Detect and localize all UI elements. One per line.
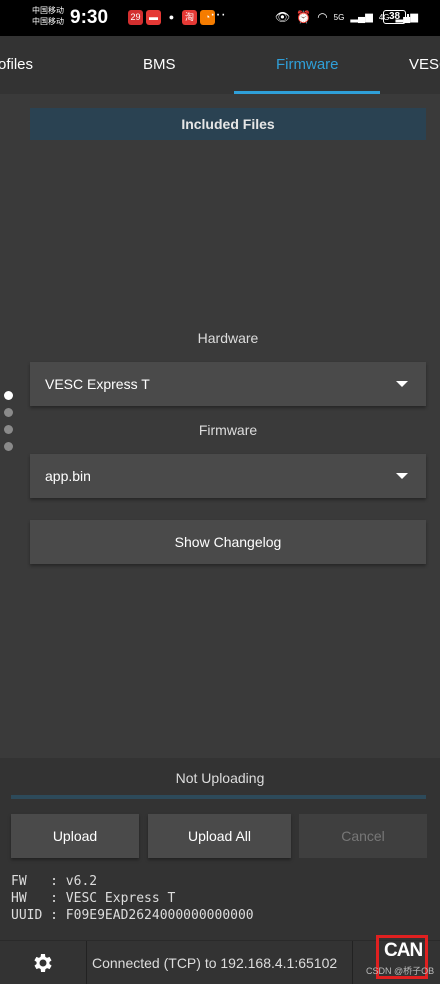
firmware-select-value: app.bin [45,468,91,484]
tab-bms[interactable]: BMS [143,36,176,94]
upload-all-button[interactable]: Upload All [148,814,291,858]
hw-version: HW : VESC Express T [11,891,176,906]
carrier-2: 中国移动 [32,17,64,26]
signal-5g-icon: 5G [333,12,345,22]
included-files-header[interactable]: Included Files [30,108,426,140]
page-indicator[interactable] [4,391,13,459]
page-dot[interactable] [4,442,13,451]
footer-divider [86,941,87,984]
battery-icon: 38 [383,10,406,24]
page-dot[interactable] [4,425,13,434]
tab-profiles[interactable]: ofiles [0,36,33,94]
battery-tip [407,14,409,20]
firmware-select[interactable]: app.bin [30,454,426,498]
fw-version: FW : v6.2 [11,874,98,889]
watermark: CSDN @桥子OB [366,966,435,976]
chevron-down-icon [396,473,408,479]
upload-status: Not Uploading [175,770,265,786]
signal-bars-icon: ▂▄▆ [350,11,373,23]
connection-status: Connected (TCP) to 192.168.4.1:65102 [92,955,338,971]
uuid: UUID : F09E9EAD2624000000000000 [11,908,254,923]
hardware-label: Hardware [197,330,259,346]
status-bar: 中国移动 中国移动 9:30 29 ▬ ● 淘 ◔ ··· 👁 ⏰ ◠ 5G ▂▄▆ 4… [0,0,440,36]
page-dot[interactable] [4,391,13,400]
tab-bar: ofiles BMS Firmware VESC [0,36,440,94]
tab-firmware[interactable]: Firmware [276,36,339,94]
app-icon-2: ▬ [146,10,161,25]
alarm-icon: ⏰ [296,10,312,24]
tab-vesc[interactable]: VESC [409,36,440,94]
more-notifications-icon: ··· [210,6,226,23]
carrier-labels: 中国移动 中国移动 [32,5,64,27]
wifi-icon: ◠ [317,10,328,24]
hardware-select-value: VESC Express T [45,376,150,392]
hardware-select[interactable]: VESC Express T [30,362,426,406]
carrier-1: 中国移动 [32,6,64,15]
app-icon-1: 29 [128,10,143,25]
notification-icons: 29 ▬ ● 淘 ◔ [128,10,215,25]
upload-button[interactable]: Upload [11,814,139,858]
app-icon-4: 淘 [182,10,197,25]
device-info: FW : v6.2 HW : VESC Express T UUID : F09E9… [11,873,254,924]
footer-bar: Connected (TCP) to 192.168.4.1:65102 [0,940,440,984]
upload-progress-bar [11,795,426,799]
clock: 9:30 [70,7,109,28]
page-dot[interactable] [4,408,13,417]
chevron-down-icon [396,381,408,387]
app-icon-3: ● [164,10,179,25]
firmware-label: Firmware [198,422,258,438]
eye-icon: 👁 [275,10,291,24]
footer-divider [352,941,353,984]
gear-icon[interactable] [30,951,54,975]
cancel-button[interactable]: Cancel [299,814,427,858]
show-changelog-button[interactable]: Show Changelog [30,520,426,564]
can-label: CAN [384,940,423,961]
